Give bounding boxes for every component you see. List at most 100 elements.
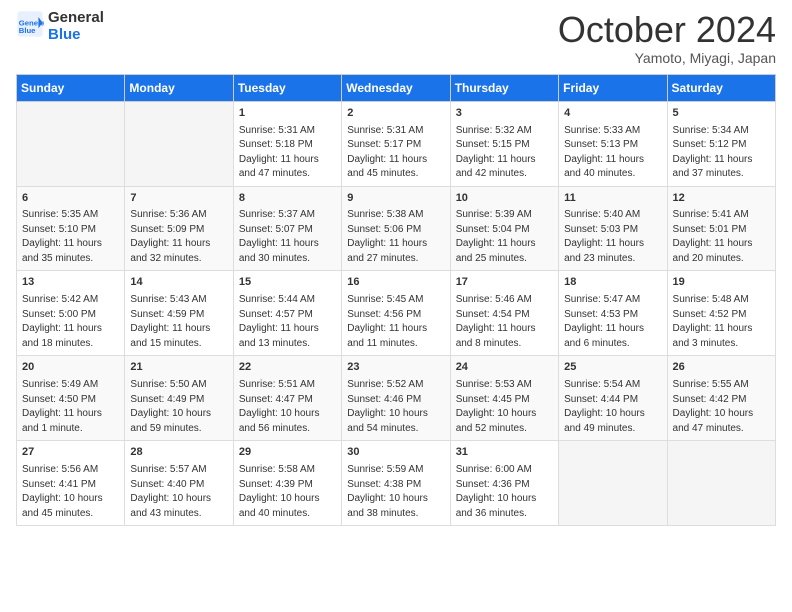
day-number: 18 xyxy=(564,275,661,291)
day-number: 30 xyxy=(347,445,444,461)
day-number: 26 xyxy=(673,360,770,376)
day-number: 28 xyxy=(130,445,227,461)
calendar-cell xyxy=(559,441,667,526)
day-number: 31 xyxy=(456,445,553,461)
calendar-cell: 18 Sunrise: 5:47 AM Sunset: 4:53 PM Dayli… xyxy=(559,271,667,356)
day-number: 6 xyxy=(22,191,119,207)
day-info: Sunrise: 5:37 AM Sunset: 5:07 PM Dayligh… xyxy=(239,208,336,266)
calendar-cell: 21Sunrise: 5:50 AM Sunset: 4:49 PM Dayli… xyxy=(125,356,233,441)
calendar-cell: 11Sunrise: 5:40 AM Sunset: 5:03 PM Dayli… xyxy=(559,186,667,271)
day-number: 23 xyxy=(347,360,444,376)
day-number: 10 xyxy=(456,191,553,207)
day-number: 13 xyxy=(22,275,119,291)
day-number: 29 xyxy=(239,445,336,461)
day-info: Sunrise: 5:35 AM Sunset: 5:10 PM Dayligh… xyxy=(22,208,119,266)
day-number: 5 xyxy=(673,106,770,122)
day-info: Sunrise: 5:53 AM Sunset: 4:45 PM Dayligh… xyxy=(456,378,553,436)
header: General Blue GeneralBlue October 2024 Ya… xyxy=(16,10,776,66)
day-number: 17 xyxy=(456,275,553,291)
calendar-cell: 7Sunrise: 5:36 AM Sunset: 5:09 PM Daylig… xyxy=(125,186,233,271)
day-number: 12 xyxy=(673,191,770,207)
calendar-cell: 31 Sunrise: 6:00 AM Sunset: 4:36 PM Dayli… xyxy=(450,441,558,526)
day-number: 2 xyxy=(347,106,444,122)
calendar-cell: 28 Sunrise: 5:57 AM Sunset: 4:40 PM Dayli… xyxy=(125,441,233,526)
day-info: Sunrise: 5:36 AM Sunset: 5:09 PM Dayligh… xyxy=(130,208,227,266)
day-number: 27 xyxy=(22,445,119,461)
month-title: October 2024 xyxy=(558,10,776,50)
day-info: Sunrise: 5:49 AM Sunset: 4:50 PM Dayligh… xyxy=(22,378,119,436)
day-info: Sunrise: 5:39 AM Sunset: 5:04 PM Dayligh… xyxy=(456,208,553,266)
day-header-saturday: Saturday xyxy=(667,74,775,101)
day-info: Sunrise: 5:50 AM Sunset: 4:49 PM Dayligh… xyxy=(130,378,227,436)
day-info: Sunrise: 5:59 AM Sunset: 4:38 PM Dayligh… xyxy=(347,463,444,521)
svg-text:Blue: Blue xyxy=(19,26,36,35)
calendar-week-row: 1 Sunrise: 5:31 AM Sunset: 5:18 PM Daylig… xyxy=(17,101,776,186)
calendar-cell: 10Sunrise: 5:39 AM Sunset: 5:04 PM Dayli… xyxy=(450,186,558,271)
logo-icon: General Blue xyxy=(16,10,44,38)
calendar-cell: 30 Sunrise: 5:59 AM Sunset: 4:38 PM Dayli… xyxy=(342,441,450,526)
day-number: 19 xyxy=(673,275,770,291)
calendar-week-row: 13 Sunrise: 5:42 AM Sunset: 5:00 PM Dayli… xyxy=(17,271,776,356)
title-block: October 2024 Yamoto, Miyagi, Japan xyxy=(558,10,776,66)
calendar-week-row: 6Sunrise: 5:35 AM Sunset: 5:10 PM Daylig… xyxy=(17,186,776,271)
day-info: Sunrise: 5:48 AM Sunset: 4:52 PM Dayligh… xyxy=(673,293,770,351)
day-info: Sunrise: 5:54 AM Sunset: 4:44 PM Dayligh… xyxy=(564,378,661,436)
calendar-cell: 14Sunrise: 5:43 AM Sunset: 4:59 PM Dayli… xyxy=(125,271,233,356)
day-info: Sunrise: 5:32 AM Sunset: 5:15 PM Dayligh… xyxy=(456,124,553,182)
day-number: 25 xyxy=(564,360,661,376)
calendar-week-row: 27 Sunrise: 5:56 AM Sunset: 4:41 PM Dayli… xyxy=(17,441,776,526)
calendar-cell: 9Sunrise: 5:38 AM Sunset: 5:06 PM Daylig… xyxy=(342,186,450,271)
calendar-cell: 4 Sunrise: 5:33 AM Sunset: 5:13 PM Daylig… xyxy=(559,101,667,186)
day-number: 3 xyxy=(456,106,553,122)
calendar-cell xyxy=(667,441,775,526)
calendar-table: SundayMondayTuesdayWednesdayThursdayFrid… xyxy=(16,74,776,527)
day-header-wednesday: Wednesday xyxy=(342,74,450,101)
day-info: Sunrise: 5:57 AM Sunset: 4:40 PM Dayligh… xyxy=(130,463,227,521)
calendar-cell: 22Sunrise: 5:51 AM Sunset: 4:47 PM Dayli… xyxy=(233,356,341,441)
day-number: 11 xyxy=(564,191,661,207)
day-number: 15 xyxy=(239,275,336,291)
day-info: Sunrise: 5:38 AM Sunset: 5:06 PM Dayligh… xyxy=(347,208,444,266)
calendar-cell: 17Sunrise: 5:46 AM Sunset: 4:54 PM Dayli… xyxy=(450,271,558,356)
day-number: 20 xyxy=(22,360,119,376)
calendar-cell: 23 Sunrise: 5:52 AM Sunset: 4:46 PM Dayli… xyxy=(342,356,450,441)
day-header-sunday: Sunday xyxy=(17,74,125,101)
day-info: Sunrise: 5:43 AM Sunset: 4:59 PM Dayligh… xyxy=(130,293,227,351)
day-info: Sunrise: 5:31 AM Sunset: 5:17 PM Dayligh… xyxy=(347,124,444,182)
day-info: Sunrise: 6:00 AM Sunset: 4:36 PM Dayligh… xyxy=(456,463,553,521)
day-info: Sunrise: 5:31 AM Sunset: 5:18 PM Dayligh… xyxy=(239,124,336,182)
day-header-friday: Friday xyxy=(559,74,667,101)
day-info: Sunrise: 5:42 AM Sunset: 5:00 PM Dayligh… xyxy=(22,293,119,351)
calendar-header-row: SundayMondayTuesdayWednesdayThursdayFrid… xyxy=(17,74,776,101)
day-info: Sunrise: 5:44 AM Sunset: 4:57 PM Dayligh… xyxy=(239,293,336,351)
day-info: Sunrise: 5:34 AM Sunset: 5:12 PM Dayligh… xyxy=(673,124,770,182)
calendar-cell: 19 Sunrise: 5:48 AM Sunset: 4:52 PM Dayli… xyxy=(667,271,775,356)
day-info: Sunrise: 5:55 AM Sunset: 4:42 PM Dayligh… xyxy=(673,378,770,436)
day-number: 7 xyxy=(130,191,227,207)
day-number: 22 xyxy=(239,360,336,376)
day-info: Sunrise: 5:33 AM Sunset: 5:13 PM Dayligh… xyxy=(564,124,661,182)
day-header-tuesday: Tuesday xyxy=(233,74,341,101)
calendar-cell: 27 Sunrise: 5:56 AM Sunset: 4:41 PM Dayli… xyxy=(17,441,125,526)
day-number: 1 xyxy=(239,106,336,122)
day-number: 16 xyxy=(347,275,444,291)
day-info: Sunrise: 5:52 AM Sunset: 4:46 PM Dayligh… xyxy=(347,378,444,436)
calendar-cell: 26 Sunrise: 5:55 AM Sunset: 4:42 PM Dayli… xyxy=(667,356,775,441)
calendar-cell: 8Sunrise: 5:37 AM Sunset: 5:07 PM Daylig… xyxy=(233,186,341,271)
day-number: 9 xyxy=(347,191,444,207)
day-number: 4 xyxy=(564,106,661,122)
calendar-cell: 24 Sunrise: 5:53 AM Sunset: 4:45 PM Dayli… xyxy=(450,356,558,441)
day-number: 24 xyxy=(456,360,553,376)
day-info: Sunrise: 5:41 AM Sunset: 5:01 PM Dayligh… xyxy=(673,208,770,266)
day-info: Sunrise: 5:56 AM Sunset: 4:41 PM Dayligh… xyxy=(22,463,119,521)
calendar-cell: 16Sunrise: 5:45 AM Sunset: 4:56 PM Dayli… xyxy=(342,271,450,356)
calendar-cell: 25 Sunrise: 5:54 AM Sunset: 4:44 PM Dayli… xyxy=(559,356,667,441)
day-info: Sunrise: 5:47 AM Sunset: 4:53 PM Dayligh… xyxy=(564,293,661,351)
calendar-cell: 3 Sunrise: 5:32 AM Sunset: 5:15 PM Daylig… xyxy=(450,101,558,186)
day-header-monday: Monday xyxy=(125,74,233,101)
calendar-cell: 2 Sunrise: 5:31 AM Sunset: 5:17 PM Daylig… xyxy=(342,101,450,186)
calendar-cell: 13 Sunrise: 5:42 AM Sunset: 5:00 PM Dayli… xyxy=(17,271,125,356)
calendar-cell: 5 Sunrise: 5:34 AM Sunset: 5:12 PM Daylig… xyxy=(667,101,775,186)
calendar-cell: 15 Sunrise: 5:44 AM Sunset: 4:57 PM Dayli… xyxy=(233,271,341,356)
calendar-cell: 6Sunrise: 5:35 AM Sunset: 5:10 PM Daylig… xyxy=(17,186,125,271)
